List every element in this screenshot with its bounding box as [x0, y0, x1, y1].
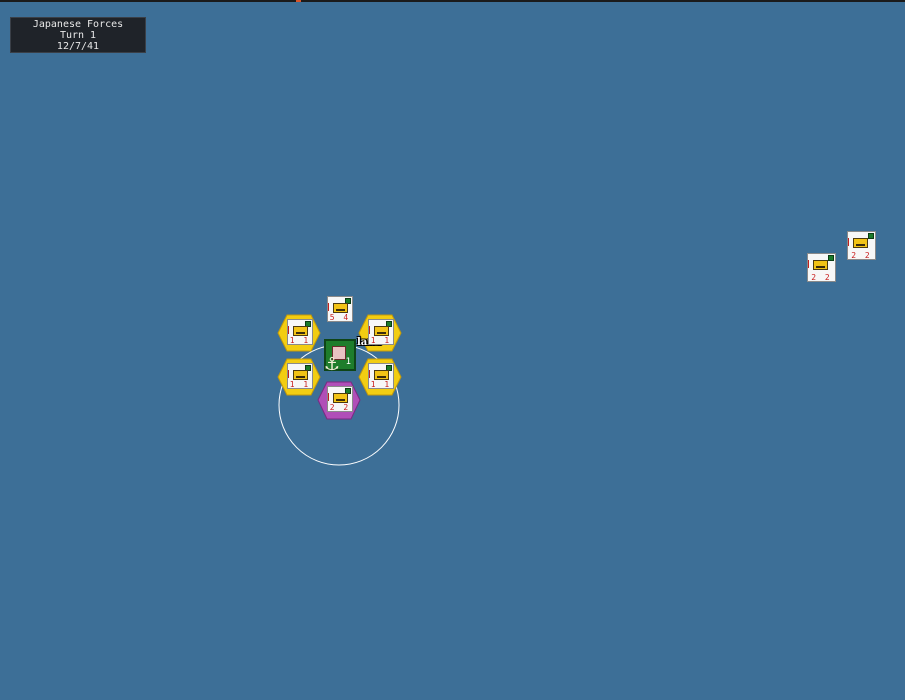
ship-silhouette-icon [333, 393, 348, 403]
unit-counter[interactable]: 2 2 [847, 231, 876, 260]
counter-values: 1 1 [370, 380, 392, 389]
side-mark-icon [848, 238, 852, 246]
counter-values: 5 4 [329, 313, 351, 322]
counter-values: 1 1 [370, 336, 392, 345]
ship-silhouette-icon [333, 303, 348, 313]
ship-silhouette-icon [853, 238, 868, 248]
unit-counter[interactable]: 1 1 [368, 363, 394, 389]
flag-icon [828, 255, 834, 261]
side-mark-icon [369, 326, 373, 334]
ship-silhouette-icon [374, 370, 389, 380]
unit-counter[interactable]: 1 1 [368, 319, 394, 345]
side-mark-icon [288, 370, 292, 378]
ship-silhouette-icon [293, 370, 308, 380]
ship-silhouette-icon [813, 260, 828, 270]
counter-values: 2 2 [811, 273, 832, 282]
base-number: 1 [345, 357, 351, 367]
ship-silhouette-icon [374, 326, 389, 336]
counter-values: 2 2 [851, 251, 872, 260]
unit-counter[interactable]: 2 2 [807, 253, 836, 282]
side-mark-icon [369, 370, 373, 378]
anchor-icon: ⚓ [323, 354, 341, 375]
flag-icon [868, 233, 874, 239]
unit-counter[interactable]: 1 1 [287, 363, 313, 389]
ship-silhouette-icon [293, 326, 308, 336]
counter-values: 1 1 [289, 336, 311, 345]
side-mark-icon [328, 303, 332, 311]
map-overlay [277, 314, 402, 466]
counter-values: 1 1 [289, 380, 311, 389]
selected-unit-counter[interactable]: 2 2 [327, 386, 353, 412]
side-mark-icon [808, 260, 812, 268]
side-mark-icon [288, 326, 292, 334]
unit-counter[interactable]: 1 1 [287, 319, 313, 345]
side-mark-icon [328, 393, 332, 401]
counter-values: 2 2 [329, 403, 351, 412]
unit-counter[interactable]: 5 4 [327, 296, 353, 322]
